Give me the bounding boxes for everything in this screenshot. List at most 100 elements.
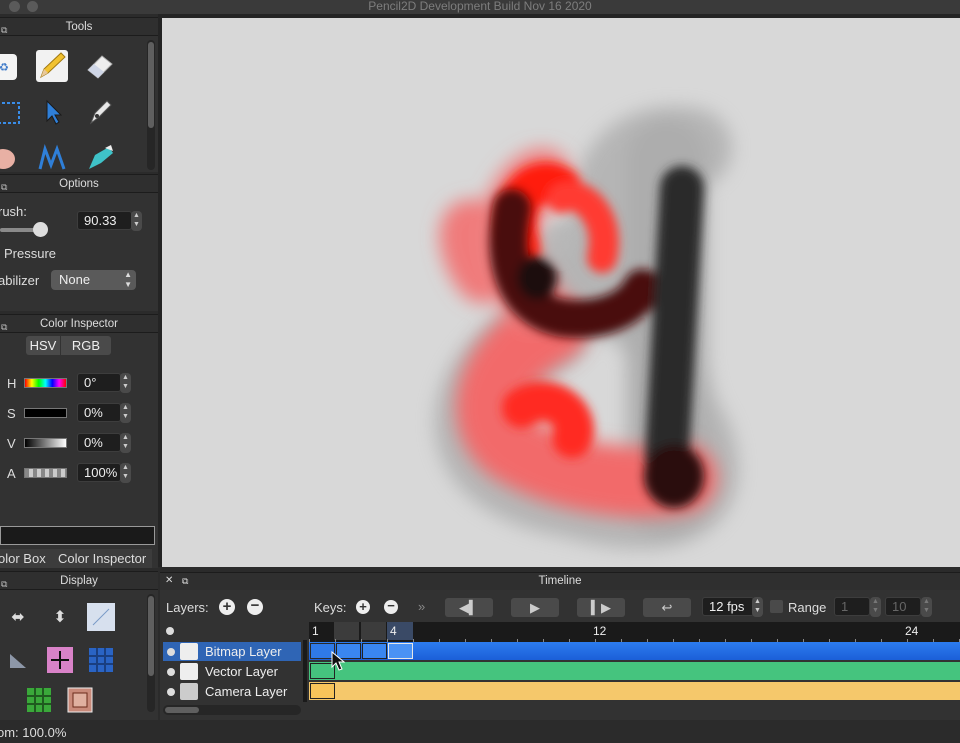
range-checkbox[interactable] (770, 600, 783, 613)
remove-layer-icon[interactable]: − (247, 598, 263, 615)
visibility-all[interactable] (163, 622, 301, 640)
keyframe-1[interactable] (310, 683, 335, 699)
hue-stepper[interactable]: ▲ ▼ (120, 373, 131, 393)
range-start-input[interactable]: 1 (834, 597, 870, 616)
display-scroll-thumb[interactable] (148, 596, 154, 676)
splitter[interactable] (303, 640, 307, 702)
fps-stepper[interactable]: ▲ ▼ (752, 597, 763, 617)
value-stepper[interactable]: ▲ ▼ (120, 433, 131, 453)
duplicate-key-icon[interactable]: » (418, 599, 425, 614)
layers-hscroll-thumb[interactable] (165, 707, 199, 713)
alpha-label: A (7, 466, 16, 481)
polyline-icon[interactable] (34, 140, 70, 176)
value-slider[interactable] (24, 438, 67, 448)
camera-layer-icon (180, 683, 198, 700)
move-icon[interactable] (34, 94, 70, 130)
previous-frame-button[interactable]: ◀▍ (445, 598, 493, 617)
svg-text:♻: ♻ (0, 62, 9, 74)
ruler-frame-4: 4 (390, 624, 397, 638)
color-swatch-preview (0, 526, 155, 545)
play-icon: ▶ (530, 599, 540, 615)
add-layer-icon[interactable]: + (219, 599, 235, 615)
fps-input[interactable]: 12 fps (702, 597, 754, 616)
tools-scrollbar[interactable] (147, 40, 155, 170)
select-icon[interactable] (0, 94, 24, 130)
float-panel-icon[interactable]: ⧉ (182, 573, 188, 589)
value-input[interactable]: 0% (77, 433, 121, 452)
hand-icon[interactable] (0, 140, 24, 176)
saturation-stepper[interactable]: ▲ ▼ (120, 403, 131, 423)
layer-visibility-icon[interactable] (167, 688, 175, 696)
tab-color-box[interactable]: olor Box (0, 551, 46, 566)
alpha-slider[interactable] (24, 468, 67, 478)
perspective-icon[interactable] (0, 642, 36, 678)
ruler-frame-24: 24 (905, 624, 919, 638)
grid-icon[interactable] (83, 642, 119, 678)
brush-slider-knob[interactable] (33, 222, 48, 237)
tab-color-inspector[interactable]: Color Inspector (58, 551, 146, 566)
layer-row-bitmap[interactable]: Bitmap Layer (163, 642, 301, 661)
next-frame-button[interactable]: ▍▶ (577, 598, 625, 617)
pen-icon[interactable] (82, 94, 118, 130)
range-label: Range (788, 600, 827, 615)
layer-name: Bitmap Layer (205, 644, 282, 659)
range-end-stepper[interactable]: ▲ ▼ (921, 597, 932, 617)
center-cross-icon[interactable] (42, 642, 78, 678)
drawing-canvas[interactable] (158, 14, 960, 567)
hue-input[interactable]: 0° (77, 373, 121, 392)
pencil-icon[interactable] (34, 48, 70, 84)
alpha-stepper[interactable]: ▲ ▼ (120, 463, 131, 483)
play-button[interactable]: ▶ (511, 598, 559, 617)
vector-layer-track[interactable] (309, 662, 960, 680)
tools-scroll-thumb[interactable] (148, 42, 154, 128)
stabilizer-select[interactable]: None ▲ ▼ (51, 270, 136, 290)
remove-key-icon[interactable]: − (384, 599, 398, 614)
brush-size-input[interactable]: 90.33 (77, 211, 132, 230)
camera-layer-track[interactable] (309, 682, 960, 700)
pressure-label[interactable]: Pressure (4, 246, 56, 261)
layer-visibility-icon[interactable] (167, 668, 175, 676)
tools-panel-header: ⧉ Tools (0, 17, 158, 36)
bucket-icon[interactable] (82, 140, 118, 176)
window-title: Pencil2D Development Build Nov 16 2020 (368, 0, 592, 13)
clear-icon[interactable]: ♻ (0, 48, 24, 84)
safe-area-icon[interactable] (62, 682, 98, 718)
close-window-icon[interactable] (9, 1, 20, 12)
timeline-ruler[interactable]: 1 4 12 24 (309, 622, 960, 642)
layers-hscrollbar[interactable] (163, 705, 301, 715)
thirds-grid-icon[interactable] (21, 682, 57, 718)
tab-rgb[interactable]: RGB (61, 336, 111, 355)
keyframe-3[interactable] (362, 643, 387, 659)
saturation-input[interactable]: 0% (77, 403, 121, 422)
overlay-icon[interactable] (83, 599, 119, 635)
layer-visibility-icon[interactable] (167, 648, 175, 656)
vertical-flip-icon[interactable]: ⬍ (42, 599, 78, 635)
minimize-window-icon[interactable] (27, 1, 38, 12)
range-start-stepper[interactable]: ▲ ▼ (870, 597, 881, 617)
zoom-status: om: 100.0% (0, 725, 67, 740)
saturation-slider[interactable] (24, 408, 67, 418)
color-inspector-panel: HSV RGB H 0° ▲ ▼ S 0% ▲ ▼ V 0% ▲ ▼ A 100% ▲… (0, 333, 158, 568)
display-panel: ⬌ ⬍ (0, 590, 158, 720)
color-bottom-tabs: olor Box Color Inspector (0, 549, 152, 568)
range-end-input[interactable]: 10 (885, 597, 921, 616)
keyframe-4[interactable] (388, 643, 413, 659)
hue-slider[interactable] (24, 378, 67, 388)
next-frame-icon: ▍▶ (591, 599, 611, 615)
alpha-input[interactable]: 100% (77, 463, 121, 482)
timeline-title: Timeline (538, 575, 582, 587)
layer-row-vector[interactable]: Vector Layer (163, 662, 301, 681)
add-key-icon[interactable]: + (356, 600, 370, 614)
layer-row-camera[interactable]: Camera Layer (163, 682, 301, 701)
previous-frame-icon: ◀▍ (459, 599, 479, 615)
show-all-layers-icon[interactable] (166, 627, 174, 635)
display-scrollbar[interactable] (147, 594, 155, 712)
brush-size-stepper[interactable]: ▲ ▼ (131, 211, 142, 231)
horizontal-flip-icon[interactable]: ⬌ (0, 599, 36, 635)
tab-hsv[interactable]: HSV (26, 336, 60, 355)
bitmap-layer-track[interactable] (309, 642, 960, 660)
eraser-icon[interactable] (82, 48, 118, 84)
loop-icon: ↩ (661, 599, 673, 615)
close-icon[interactable]: ✕ (165, 573, 173, 589)
loop-button[interactable]: ↩ (643, 598, 691, 617)
